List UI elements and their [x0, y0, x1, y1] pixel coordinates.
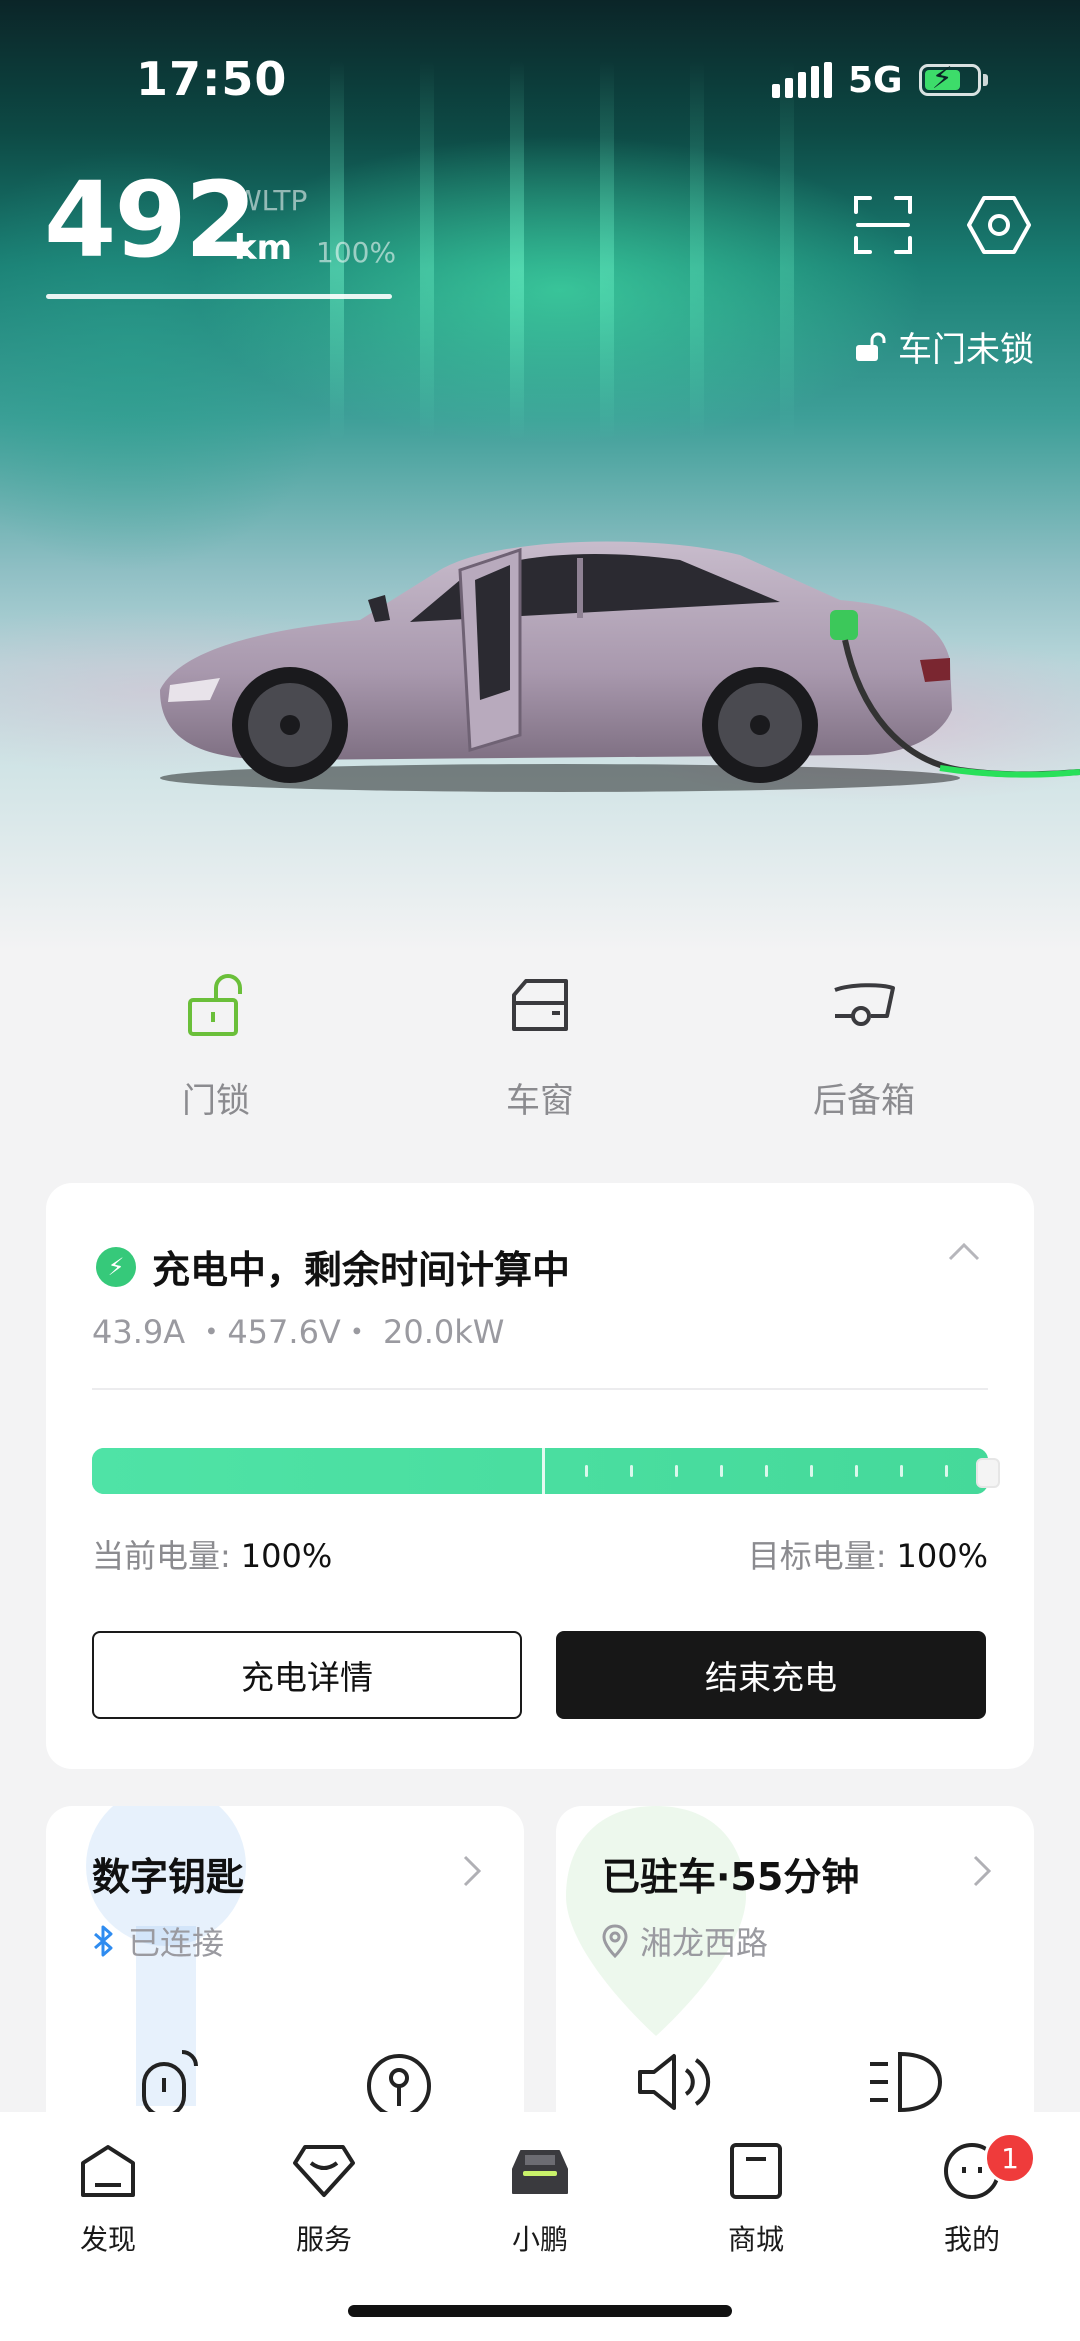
- quick-control-label: 车窗: [506, 1081, 574, 1121]
- location-pin-icon: [602, 1924, 628, 1958]
- parking-title: 已驻车·55分钟: [602, 1855, 860, 1899]
- tab-label: 我的: [943, 2223, 1000, 2256]
- charge-progress-bar: [92, 1448, 988, 1494]
- discover-icon: [81, 2145, 135, 2197]
- charging-title: ⚡ 充电中，剩余时间计算中: [96, 1239, 570, 1294]
- car-icon: [512, 2150, 568, 2194]
- remote-start-icon[interactable]: [136, 2046, 206, 2116]
- target-soc: 目标电量: 100%: [748, 1531, 988, 1577]
- bluetooth-icon: [94, 1925, 113, 1957]
- aurora-decoration: [690, 60, 704, 440]
- settings-button[interactable]: [964, 190, 1034, 260]
- progress-tick: [675, 1465, 678, 1477]
- digital-key-status: 已连接: [92, 1918, 224, 1964]
- tab-profile[interactable]: 1 我的: [902, 2132, 1042, 2258]
- target-soc-value: 100%: [896, 1537, 988, 1575]
- progress-tick: [720, 1465, 723, 1477]
- progress-tick: [630, 1465, 633, 1477]
- battery-percent: 100%: [316, 236, 397, 269]
- scan-icon: [854, 196, 912, 254]
- parking-location-label: 湘龙西路: [640, 1924, 769, 1962]
- charging-details-button[interactable]: 充电详情: [92, 1631, 522, 1719]
- signal-icon: [772, 62, 832, 98]
- stop-charging-button[interactable]: 结束充电: [556, 1631, 986, 1719]
- collapse-button[interactable]: [946, 1239, 982, 1267]
- target-soc-label: 目标电量:: [747, 1537, 887, 1575]
- key-icon[interactable]: [364, 2046, 434, 2116]
- tab-xpeng[interactable]: 小鹏: [470, 2138, 610, 2258]
- door-status-label: 车门未锁: [898, 330, 1034, 370]
- progress-tick: [900, 1465, 903, 1477]
- digital-key-card[interactable]: 数字钥匙 已连接: [46, 1806, 524, 2146]
- aurora-decoration: [420, 60, 434, 440]
- shop-icon: [730, 2143, 782, 2199]
- aurora-decoration: [510, 60, 524, 440]
- aurora-decoration: [780, 60, 794, 440]
- chevron-right-icon: [462, 1854, 482, 1892]
- parking-card[interactable]: 已驻车·55分钟 湘龙西路: [556, 1806, 1034, 2146]
- tab-label: 服务: [295, 2223, 352, 2256]
- tab-shop[interactable]: 商城: [686, 2138, 826, 2258]
- charge-progress-fill: [92, 1448, 988, 1494]
- door-status[interactable]: 车门未锁: [854, 322, 1034, 371]
- network-label: 5G: [848, 59, 903, 101]
- chevron-up-icon: [948, 1242, 980, 1261]
- digital-key-status-label: 已连接: [128, 1924, 225, 1962]
- target-handle[interactable]: [976, 1458, 1000, 1488]
- current-soc-label: 当前电量:: [92, 1537, 231, 1575]
- progress-tick: [765, 1465, 768, 1477]
- current-soc-value: 100%: [240, 1537, 333, 1575]
- status-indicators: 5G ⚡: [772, 56, 988, 104]
- progress-tick: [585, 1465, 588, 1477]
- horn-icon[interactable]: [636, 2046, 716, 2116]
- battery-icon: ⚡: [918, 61, 988, 96]
- quick-control-lock[interactable]: 门锁: [54, 974, 378, 1122]
- charging-status-text: 充电中，剩余时间计算中: [152, 1248, 571, 1292]
- divider: [92, 1388, 988, 1390]
- lock-open-icon: [188, 974, 242, 1036]
- status-time: 17:50: [136, 52, 288, 106]
- digital-key-title: 数字钥匙: [92, 1855, 245, 1899]
- unlock-icon: [856, 332, 886, 361]
- service-icon: [293, 2145, 355, 2197]
- car-image: [160, 541, 1080, 792]
- charging-card: ⚡ 充电中，剩余时间计算中 43.9A ・457.6V・ 20.0kW 当前电量…: [46, 1183, 1034, 1769]
- quick-control-label: 后备箱: [813, 1081, 915, 1121]
- car-window-icon: [512, 979, 568, 1031]
- charging-bolt-icon: ⚡: [96, 1246, 136, 1287]
- tab-discover[interactable]: 发现: [38, 2138, 178, 2258]
- chevron-right-icon: [972, 1854, 992, 1892]
- range-unit: km: [234, 228, 293, 268]
- headlight-icon[interactable]: [866, 2046, 946, 2116]
- charge-progress-marker: [542, 1448, 545, 1494]
- quick-control-window[interactable]: 车窗: [378, 975, 702, 1122]
- notification-badge: 1: [984, 2132, 1036, 2184]
- home-indicator: [348, 2305, 732, 2317]
- range-standard: WLTP: [234, 184, 308, 217]
- progress-tick: [855, 1465, 858, 1477]
- tab-service[interactable]: 服务: [254, 2138, 394, 2258]
- settings-hexagon-icon: [967, 196, 1031, 254]
- quick-control-label: 门锁: [182, 1081, 250, 1121]
- tab-label: 发现: [79, 2223, 136, 2256]
- trunk-icon: [834, 983, 895, 1026]
- tab-label: 商城: [727, 2223, 784, 2256]
- range-underline: [46, 294, 392, 299]
- tab-label: 小鹏: [511, 2223, 568, 2256]
- scan-button[interactable]: [848, 190, 918, 260]
- progress-tick: [810, 1465, 813, 1477]
- quick-control-trunk[interactable]: 后备箱: [702, 975, 1026, 1122]
- parking-location: 湘龙西路: [602, 1918, 768, 1964]
- aurora-decoration: [600, 60, 614, 440]
- range-value: 492: [44, 159, 257, 281]
- charging-stats: 43.9A ・457.6V・ 20.0kW: [92, 1313, 505, 1351]
- progress-tick: [945, 1465, 948, 1477]
- current-soc: 当前电量: 100%: [92, 1531, 332, 1577]
